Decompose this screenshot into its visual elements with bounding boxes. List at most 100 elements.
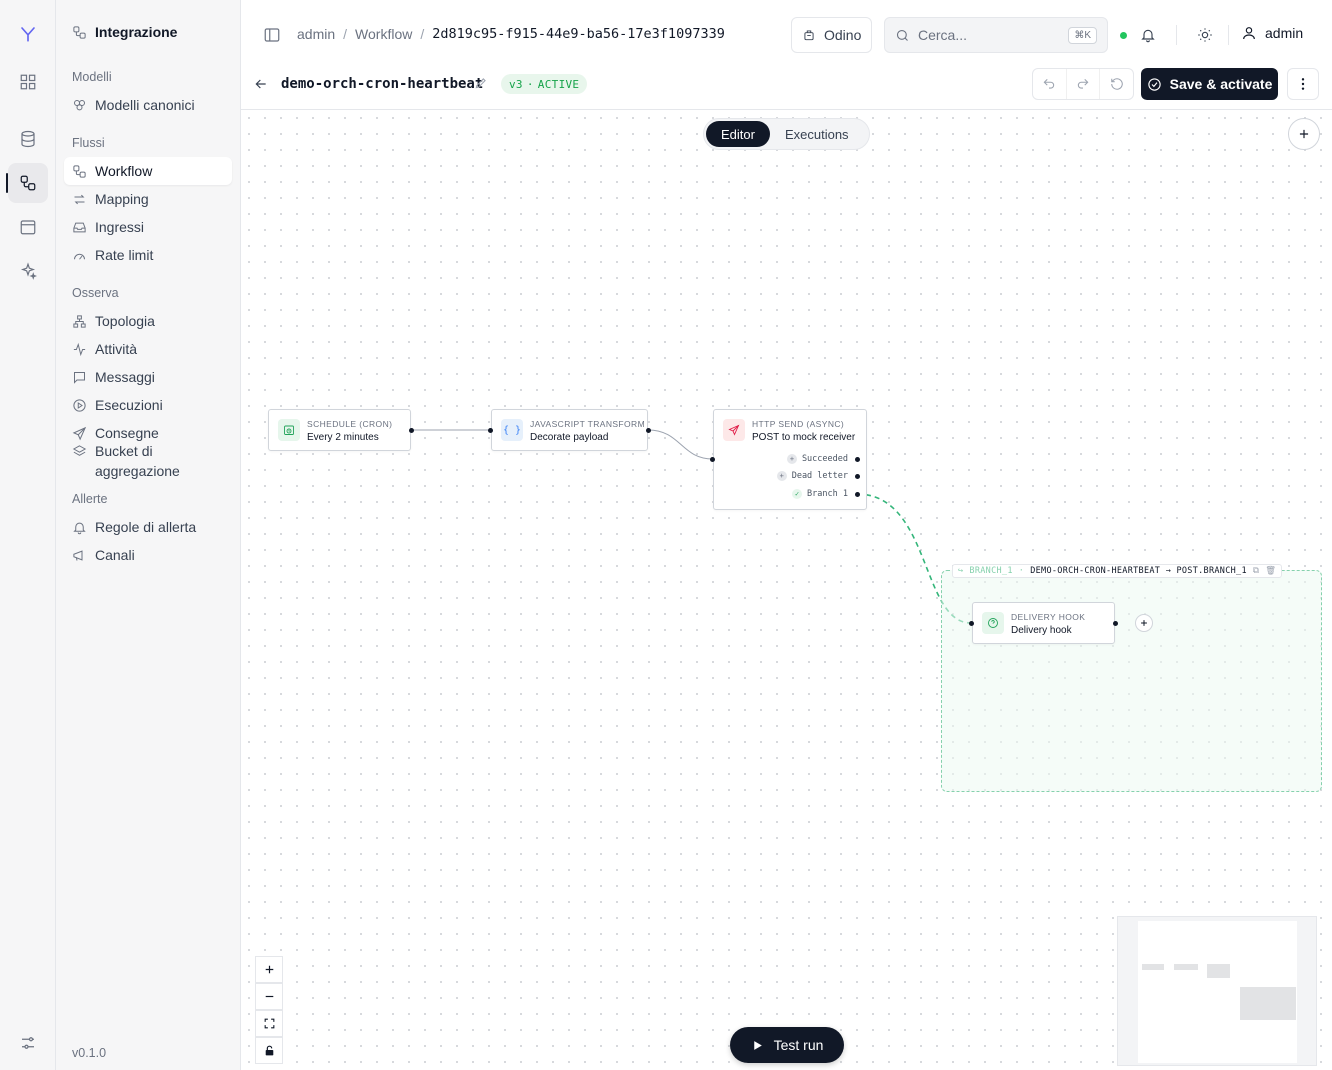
pencil-icon[interactable] [474, 76, 488, 90]
theme-toggle-button[interactable] [1194, 24, 1216, 46]
output-port-succeeded[interactable] [855, 457, 860, 462]
arrows-swap-icon [74, 194, 85, 204]
input-port[interactable] [710, 457, 715, 462]
node-schedule[interactable]: SCHEDULE (CRON) Every 2 minutes [268, 409, 414, 451]
branch-group[interactable]: ↪ BRANCH_1 · DEMO-ORCH-CRON-HEARTBEAT → … [941, 564, 1322, 792]
add-step-button[interactable] [1135, 614, 1153, 632]
output-port-dead-letter[interactable] [855, 474, 860, 479]
add-node-button[interactable] [1288, 118, 1320, 150]
node-type: DELIVERY HOOK [1011, 612, 1086, 622]
database-icon[interactable] [8, 119, 48, 159]
output-label: Branch 1 [807, 489, 848, 499]
breadcrumb-workflow[interactable]: Workflow [355, 26, 412, 42]
play-icon [753, 1040, 762, 1050]
app-logo-icon[interactable] [8, 14, 48, 54]
undo-button[interactable] [1033, 69, 1066, 99]
sidebar-item-workflow[interactable]: Workflow [64, 157, 232, 185]
output-dead-letter: + Dead letter [776, 471, 848, 481]
sidebar-item-executions[interactable]: Esecuzioni [64, 391, 232, 419]
plus-icon [265, 965, 273, 974]
user-menu[interactable]: admin [1241, 25, 1303, 41]
tab-executions[interactable]: Executions [770, 121, 864, 147]
node-javascript-transform[interactable]: { } JAVASCRIPT TRANSFORM Decorate payloa… [488, 409, 651, 451]
fit-view-button[interactable] [255, 1010, 283, 1037]
activity-pulse-icon [73, 342, 86, 356]
sidebar-title-label: Integrazione [95, 24, 178, 40]
sidebar-item-label: Mapping [95, 191, 149, 207]
more-vertical-icon [1301, 78, 1305, 90]
edge-transform-http [647, 429, 714, 460]
calendar-icon[interactable] [8, 207, 48, 247]
sidebar-item-mapping[interactable]: Mapping [64, 185, 232, 213]
sidebar-item-ingress[interactable]: Ingressi [64, 213, 232, 241]
status-badge: v3 · ACTIVE [501, 74, 588, 94]
test-run-label: Test run [773, 1037, 824, 1053]
back-arrow-icon[interactable] [253, 76, 269, 92]
search-input[interactable]: Cerca... ⌘K [884, 17, 1108, 53]
sidebar-item-channels[interactable]: Canali [64, 541, 232, 569]
minimap-viewport [1138, 921, 1297, 1063]
sidebar-item-label: Attività [95, 341, 138, 357]
save-activate-button[interactable]: Save & activate [1141, 68, 1278, 100]
output-port-branch-1[interactable] [855, 492, 860, 497]
redo-icon [1077, 78, 1089, 89]
output-port[interactable] [409, 428, 414, 433]
sidebar-item-label: Canali [95, 547, 135, 563]
sidebar-item-label: Rate limit [95, 247, 154, 263]
open-external-icon[interactable]: ⧉ [1253, 566, 1259, 576]
models-icon [74, 99, 85, 110]
output-port[interactable] [646, 428, 651, 433]
more-options-button[interactable] [1287, 68, 1319, 100]
sidebar-item-activity[interactable]: Attività [64, 335, 232, 363]
sidebar-item-topology[interactable]: Topologia [64, 307, 232, 335]
save-label: Save & activate [1169, 76, 1273, 92]
minimap-node [1207, 964, 1230, 978]
breadcrumb-admin[interactable]: admin [297, 26, 335, 42]
sidebar-item-messages[interactable]: Messaggi [64, 363, 232, 391]
workflow-canvas[interactable]: Editor Executions SCHEDULE (CRON) Every … [241, 110, 1332, 1070]
node-label: POST to mock receiver [752, 432, 856, 443]
sidebar-item-rate-limit[interactable]: Rate limit [64, 241, 232, 269]
lock-button[interactable] [255, 1037, 283, 1064]
header-divider [1176, 25, 1177, 45]
input-port[interactable] [969, 621, 974, 626]
workflow-name: demo-orch-cron-heartbeat [281, 76, 484, 92]
test-run-button[interactable]: Test run [730, 1027, 844, 1063]
node-delivery-hook[interactable]: DELIVERY HOOK Delivery hook [969, 602, 1118, 644]
settings-sliders-icon[interactable] [8, 1023, 48, 1063]
section-flows: Flussi [72, 136, 105, 150]
reset-button[interactable] [1099, 69, 1133, 99]
node-http-send[interactable]: HTTP SEND (ASYNC) POST to mock receiver … [710, 409, 867, 510]
sidebar-item-aggregation-buckets[interactable]: Bucket di aggregazione [64, 437, 232, 481]
maximize-icon [264, 1018, 274, 1029]
sidebar-item-alert-rules[interactable]: Regole di allerta [64, 513, 232, 541]
sidebar-item-label: Topologia [95, 313, 155, 329]
zoom-in-button[interactable] [255, 956, 283, 983]
minimap[interactable] [1117, 916, 1317, 1066]
notifications-button[interactable] [1137, 24, 1159, 46]
section-models: Modelli [72, 70, 112, 84]
trash-icon[interactable]: 🗑 [1265, 566, 1276, 576]
megaphone-icon [73, 549, 83, 561]
input-port[interactable] [488, 428, 493, 433]
search-placeholder: Cerca... [918, 27, 968, 43]
output-branch-1: ✓ Branch 1 [792, 489, 848, 499]
output-indicator: + [776, 471, 787, 481]
play-circle-icon [73, 398, 86, 412]
output-port[interactable] [1113, 621, 1118, 626]
sidebar-item-label: Messaggi [95, 369, 155, 385]
dashboard-grid-icon[interactable] [8, 62, 48, 102]
tenant-button[interactable]: Odino [791, 17, 873, 53]
icon-rail [0, 0, 56, 1070]
workflow-icon[interactable] [6, 163, 48, 203]
zoom-out-button[interactable] [255, 983, 283, 1010]
sidebar-item-label: Regole di allerta [95, 519, 197, 535]
sidebar-toggle-icon[interactable] [263, 26, 281, 44]
sidebar-item-canonical-models[interactable]: Modelli canonici [64, 91, 232, 119]
node-type: SCHEDULE (CRON) [307, 419, 393, 429]
tab-editor[interactable]: Editor [706, 121, 770, 147]
clock-calendar-icon [278, 419, 300, 441]
redo-button[interactable] [1065, 69, 1100, 99]
node-type: HTTP SEND (ASYNC) [752, 419, 845, 429]
sparkles-icon[interactable] [8, 251, 48, 291]
